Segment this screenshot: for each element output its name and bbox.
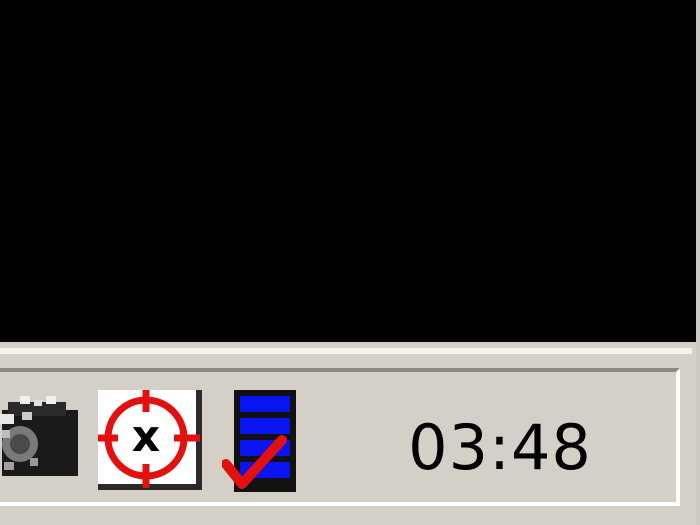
taskbar-clock[interactable]: 03:48 — [400, 408, 600, 488]
target-crosshair-icon[interactable]: x — [96, 388, 204, 492]
taskbar-top-highlight — [0, 348, 692, 354]
target-x-glyph: x — [132, 411, 160, 462]
network-printer-icon[interactable] — [0, 392, 82, 484]
desktop-area[interactable] — [0, 0, 696, 342]
server-check-icon[interactable] — [222, 388, 302, 494]
screen: x 03:48 — [0, 0, 700, 525]
screen-edge — [696, 0, 700, 525]
